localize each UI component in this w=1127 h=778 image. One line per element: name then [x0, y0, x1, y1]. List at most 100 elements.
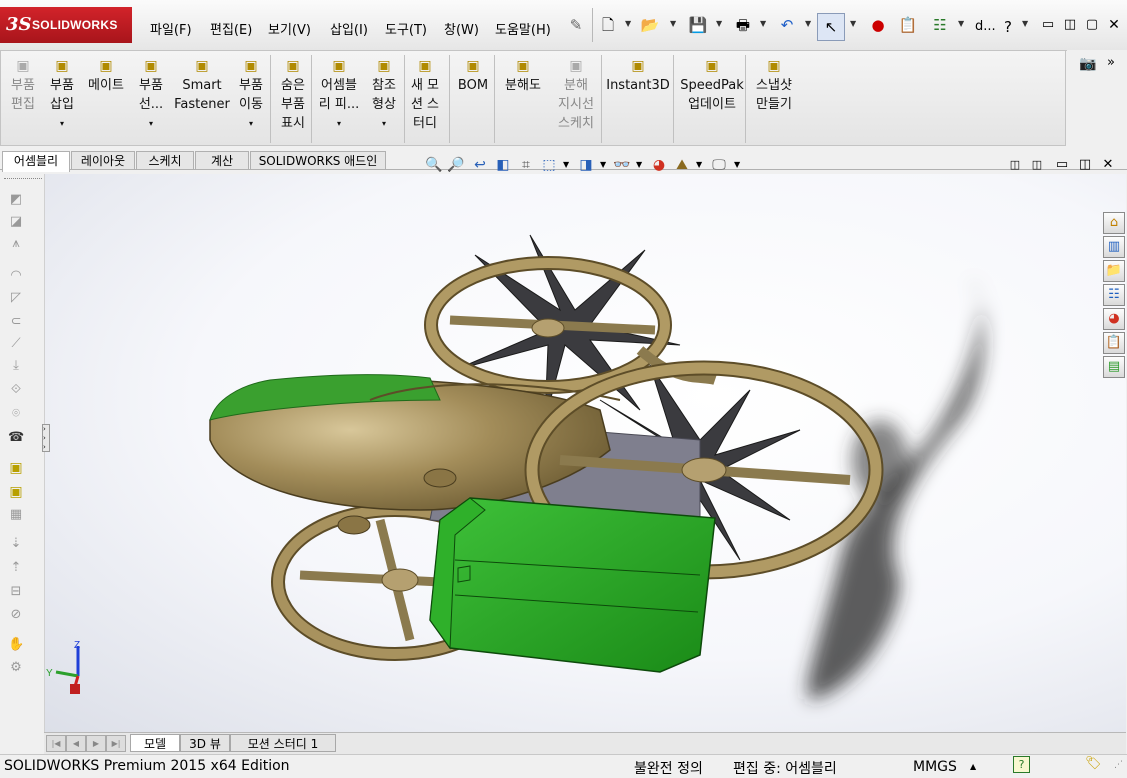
file-explorer-icon[interactable]: 📁 — [1103, 260, 1125, 282]
flyout-expand-icon[interactable]: › › › — [42, 424, 50, 452]
command-insert-components[interactable]: ▣ 부품 삽입 ▾ — [46, 57, 78, 133]
first-tab-icon[interactable]: |◀ — [46, 735, 66, 752]
tab-solidworks-addins[interactable]: SOLIDWORKS 애드인 — [250, 151, 386, 170]
next-tab-icon[interactable]: ▶ — [86, 735, 106, 752]
design-library-icon[interactable]: ▥ — [1103, 236, 1125, 258]
chevron-down-icon[interactable]: ▼ — [696, 160, 702, 169]
chevron-down-icon[interactable]: ▼ — [670, 19, 676, 28]
units-chevron-icon[interactable]: ▲ — [970, 762, 976, 771]
mass-properties-icon[interactable]: ⚙ — [8, 660, 24, 676]
chevron-down-icon[interactable]: ▾ — [236, 114, 266, 133]
command-smart-fastener[interactable]: ▣ Smart Fastener — [174, 57, 230, 114]
tab-layout[interactable]: 레이아웃 — [71, 151, 135, 170]
restore-icon[interactable]: ◫ — [1060, 15, 1080, 35]
menu-view[interactable]: 보기(V) — [268, 19, 311, 38]
chevron-down-icon[interactable]: ▾ — [318, 114, 360, 133]
solidworks-forum-icon[interactable]: ▤ — [1103, 356, 1125, 378]
command-snapshot[interactable]: ▣ 스냅샷 만들기 — [752, 57, 796, 114]
command-speedpak[interactable]: ▣ SpeedPak 업데이트 — [680, 57, 744, 114]
minimize-icon[interactable]: ▭ — [1038, 15, 1058, 35]
command-assembly-feature[interactable]: ▣ 어셈블 리 피... ▾ — [318, 57, 360, 133]
chevron-down-icon[interactable]: ▼ — [716, 19, 722, 28]
undo-icon[interactable]: ↶ — [777, 15, 797, 35]
tile-left-icon[interactable]: ◫ — [1006, 156, 1024, 174]
mate-controller-icon[interactable]: ▣ — [8, 484, 24, 500]
menu-file[interactable]: 파일(F) — [150, 19, 192, 38]
chevron-down-icon[interactable]: ▼ — [563, 160, 569, 169]
rib-icon[interactable]: ⟋ — [8, 336, 24, 352]
command-motion-study[interactable]: ▣ 새 모 션 스 터디 — [408, 57, 442, 133]
command-show-hidden[interactable]: ▣ 숨은 부품 표시 — [278, 57, 308, 133]
command-reference-geometry[interactable]: ▣ 참조 형상 ▾ — [366, 57, 402, 133]
doc-close-icon[interactable]: ✕ — [1099, 156, 1117, 174]
command-move-component[interactable]: ▣ 부품 이동 ▾ — [236, 57, 266, 133]
zoom-to-area-icon[interactable]: 🔎 — [447, 156, 465, 174]
rebuild-traffic-light-icon[interactable]: ● — [868, 15, 888, 35]
draft-icon[interactable]: ⤓ — [8, 358, 24, 374]
display-style-icon[interactable]: ◨ — [577, 156, 595, 174]
pattern-icon[interactable]: ▦ — [8, 507, 24, 523]
chevron-down-icon[interactable]: ▼ — [850, 19, 856, 28]
command-linear-pattern[interactable]: ▣ 부품 선... ▾ — [136, 57, 166, 133]
view-settings-icon[interactable]: 🖵 — [710, 156, 728, 174]
pin-icon[interactable]: ✎ — [566, 15, 586, 35]
chevron-down-icon[interactable]: ▼ — [636, 160, 642, 169]
command-instant3d[interactable]: ▣ Instant3D — [606, 57, 670, 95]
chevron-down-icon[interactable]: ▼ — [805, 19, 811, 28]
doc-restore-icon[interactable]: ◫ — [1076, 156, 1094, 174]
battery-pack[interactable] — [429, 497, 716, 673]
tab-3d-view[interactable]: 3D 뷰 — [180, 734, 230, 752]
chevron-down-icon[interactable]: ▼ — [760, 19, 766, 28]
hole-icon[interactable]: ⊂ — [8, 314, 24, 330]
graphics-area[interactable]: Z Y — [44, 174, 1126, 732]
previous-view-icon[interactable]: ↩ — [471, 156, 489, 174]
tab-assembly[interactable]: 어셈블리 — [2, 151, 70, 172]
chamfer-icon[interactable]: ◸ — [8, 290, 24, 306]
extrude-icon[interactable]: ◩ — [8, 192, 24, 208]
camera-icon[interactable]: 📷 — [1079, 56, 1096, 72]
menu-tools[interactable]: 도구(T) — [385, 19, 427, 38]
options-icon[interactable]: ☷ — [930, 15, 950, 35]
save-icon[interactable]: 💾 — [688, 15, 708, 35]
hide-show-items-icon[interactable]: 👓 — [613, 156, 631, 174]
edit-appearance-icon[interactable]: ◕ — [650, 156, 668, 174]
last-tab-icon[interactable]: ▶| — [106, 735, 126, 752]
chevron-down-icon[interactable]: ▾ — [366, 114, 402, 133]
measure-icon[interactable]: ✋ — [8, 637, 24, 653]
chevron-down-icon[interactable]: ▾ — [46, 114, 78, 133]
menu-window[interactable]: 창(W) — [444, 19, 479, 38]
print-icon[interactable]: 🖶 — [733, 15, 753, 35]
prev-tab-icon[interactable]: ◀ — [66, 735, 86, 752]
open-folder-icon[interactable]: 📂 — [640, 15, 660, 35]
new-document-icon[interactable]: 🗋 — [598, 15, 618, 35]
chevron-down-icon[interactable]: ▼ — [1022, 19, 1028, 28]
shell-icon[interactable]: ⟐ — [8, 382, 24, 398]
resize-grip-icon[interactable]: ⋰ — [1114, 760, 1123, 770]
command-mate[interactable]: ▣ 메이트 — [84, 57, 128, 95]
sweep-icon[interactable]: ⩚ — [8, 236, 24, 252]
tab-sketch[interactable]: 스케치 — [136, 151, 194, 170]
zoom-to-fit-icon[interactable]: 🔍 — [425, 156, 443, 174]
appearances-scenes-icon[interactable]: ◕ — [1103, 308, 1125, 330]
wrap-icon[interactable]: ⌾ — [8, 406, 24, 422]
assembly-feature-icon[interactable]: ▣ — [8, 460, 24, 476]
plane-icon[interactable]: ☎ — [8, 430, 24, 446]
expand-chevron-icon[interactable]: » — [1107, 55, 1115, 70]
section-view-icon[interactable]: ◧ — [494, 156, 512, 174]
drone-model[interactable]: Z Y — [44, 174, 1126, 732]
solidworks-logo[interactable]: 3S SOLIDWORKS — [0, 7, 132, 43]
tab-motion-study[interactable]: 모션 스터디 1 — [230, 734, 336, 752]
menu-help[interactable]: 도움말(H) — [495, 19, 551, 38]
chevron-down-icon[interactable]: ▼ — [734, 160, 740, 169]
chevron-down-icon[interactable]: ▾ — [136, 114, 166, 133]
revolve-icon[interactable]: ◪ — [8, 214, 24, 230]
chevron-down-icon[interactable]: ▼ — [600, 160, 606, 169]
chevron-down-icon[interactable]: ▼ — [625, 19, 631, 28]
command-explode-line-sketch[interactable]: ▣ 분해 지시선 스케치 — [553, 57, 599, 133]
help-icon[interactable]: ? — [1004, 18, 1012, 36]
chevron-down-icon[interactable]: ▼ — [958, 19, 964, 28]
custom-properties-icon[interactable]: 📋 — [1103, 332, 1125, 354]
user-menu[interactable]: d... — [975, 19, 996, 34]
tile-right-icon[interactable]: ◫ — [1028, 156, 1046, 174]
tab-model[interactable]: 모델 — [130, 734, 180, 752]
